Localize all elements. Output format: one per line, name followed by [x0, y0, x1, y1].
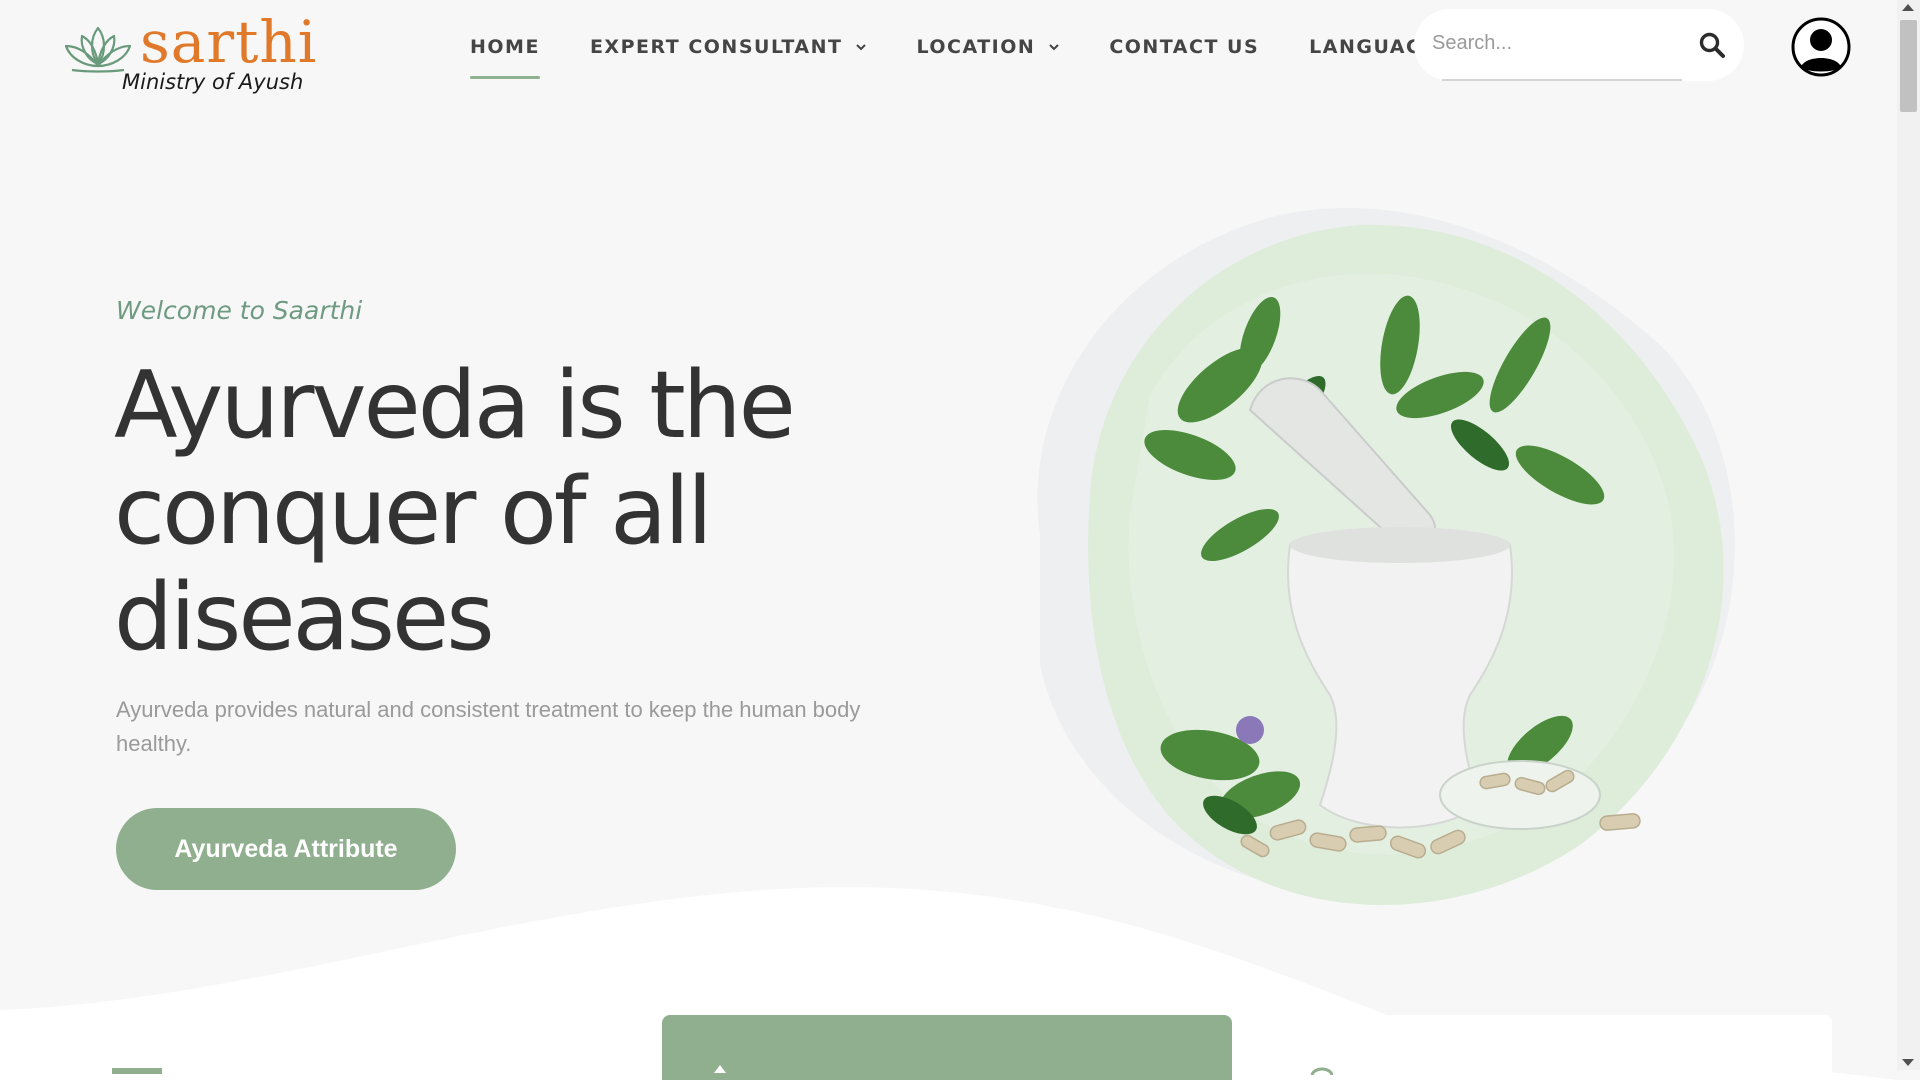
card-icon	[1310, 1067, 1334, 1075]
glass-bowl	[1439, 760, 1601, 830]
user-avatar-icon[interactable]	[1791, 17, 1851, 77]
nav-expert-label: EXPERT CONSULTANT	[589, 36, 843, 58]
chevron-down-icon	[1049, 44, 1060, 51]
site-header: sarthi Ministry of Ayush HOME EXPERT CON…	[0, 0, 1897, 110]
nav-item-contact-us[interactable]: CONTACT US	[1109, 34, 1259, 60]
nav-item-expert-consultant[interactable]: EXPERT CONSULTANT	[590, 34, 867, 60]
feature-card-3[interactable]	[1262, 1015, 1832, 1080]
mortar-rim	[1290, 527, 1510, 563]
hero-illustration	[1037, 207, 1735, 905]
nav-item-home[interactable]: HOME	[470, 34, 540, 79]
nav-location-label: LOCATION	[916, 36, 1036, 58]
hero-welcome: Welcome to Saarthi	[116, 296, 363, 325]
search-input[interactable]	[1432, 23, 1682, 63]
flower-purple	[1236, 716, 1264, 744]
feature-card-2[interactable]	[662, 1015, 1232, 1080]
search-box	[1414, 9, 1744, 81]
nav-contact-label: CONTACT US	[1109, 36, 1260, 58]
hero-title: Ayurveda is the conquer of all diseases	[114, 351, 796, 671]
lotus-icon	[64, 26, 132, 73]
feature-card-1[interactable]	[64, 1015, 634, 1080]
hero-description: Ayurveda provides natural and consistent…	[116, 697, 861, 756]
card-icon	[112, 1068, 162, 1074]
search-icon[interactable]	[1698, 31, 1726, 59]
brand-subtitle: Ministry of Ayush	[122, 70, 304, 94]
ayurveda-attribute-button[interactable]: Ayurveda Attribute	[116, 808, 456, 890]
scroll-down-arrow-icon[interactable]	[1902, 1059, 1914, 1066]
brand-name: sarthi	[140, 8, 318, 76]
brand-logo[interactable]: sarthi Ministry of Ayush	[62, 8, 316, 98]
scroll-up-arrow-icon[interactable]	[1902, 4, 1914, 11]
search-underline	[1442, 79, 1682, 81]
scroll-thumb[interactable]	[1900, 20, 1917, 112]
nav-home-label: HOME	[470, 36, 540, 58]
active-indicator	[470, 76, 540, 79]
chevron-down-icon	[856, 44, 867, 51]
main-nav: HOME EXPERT CONSULTANT LOCATION CONTACT …	[470, 34, 1462, 79]
card-icon	[714, 1065, 726, 1073]
scrollbar[interactable]	[1897, 0, 1920, 1070]
nav-item-location[interactable]: LOCATION	[916, 34, 1060, 60]
